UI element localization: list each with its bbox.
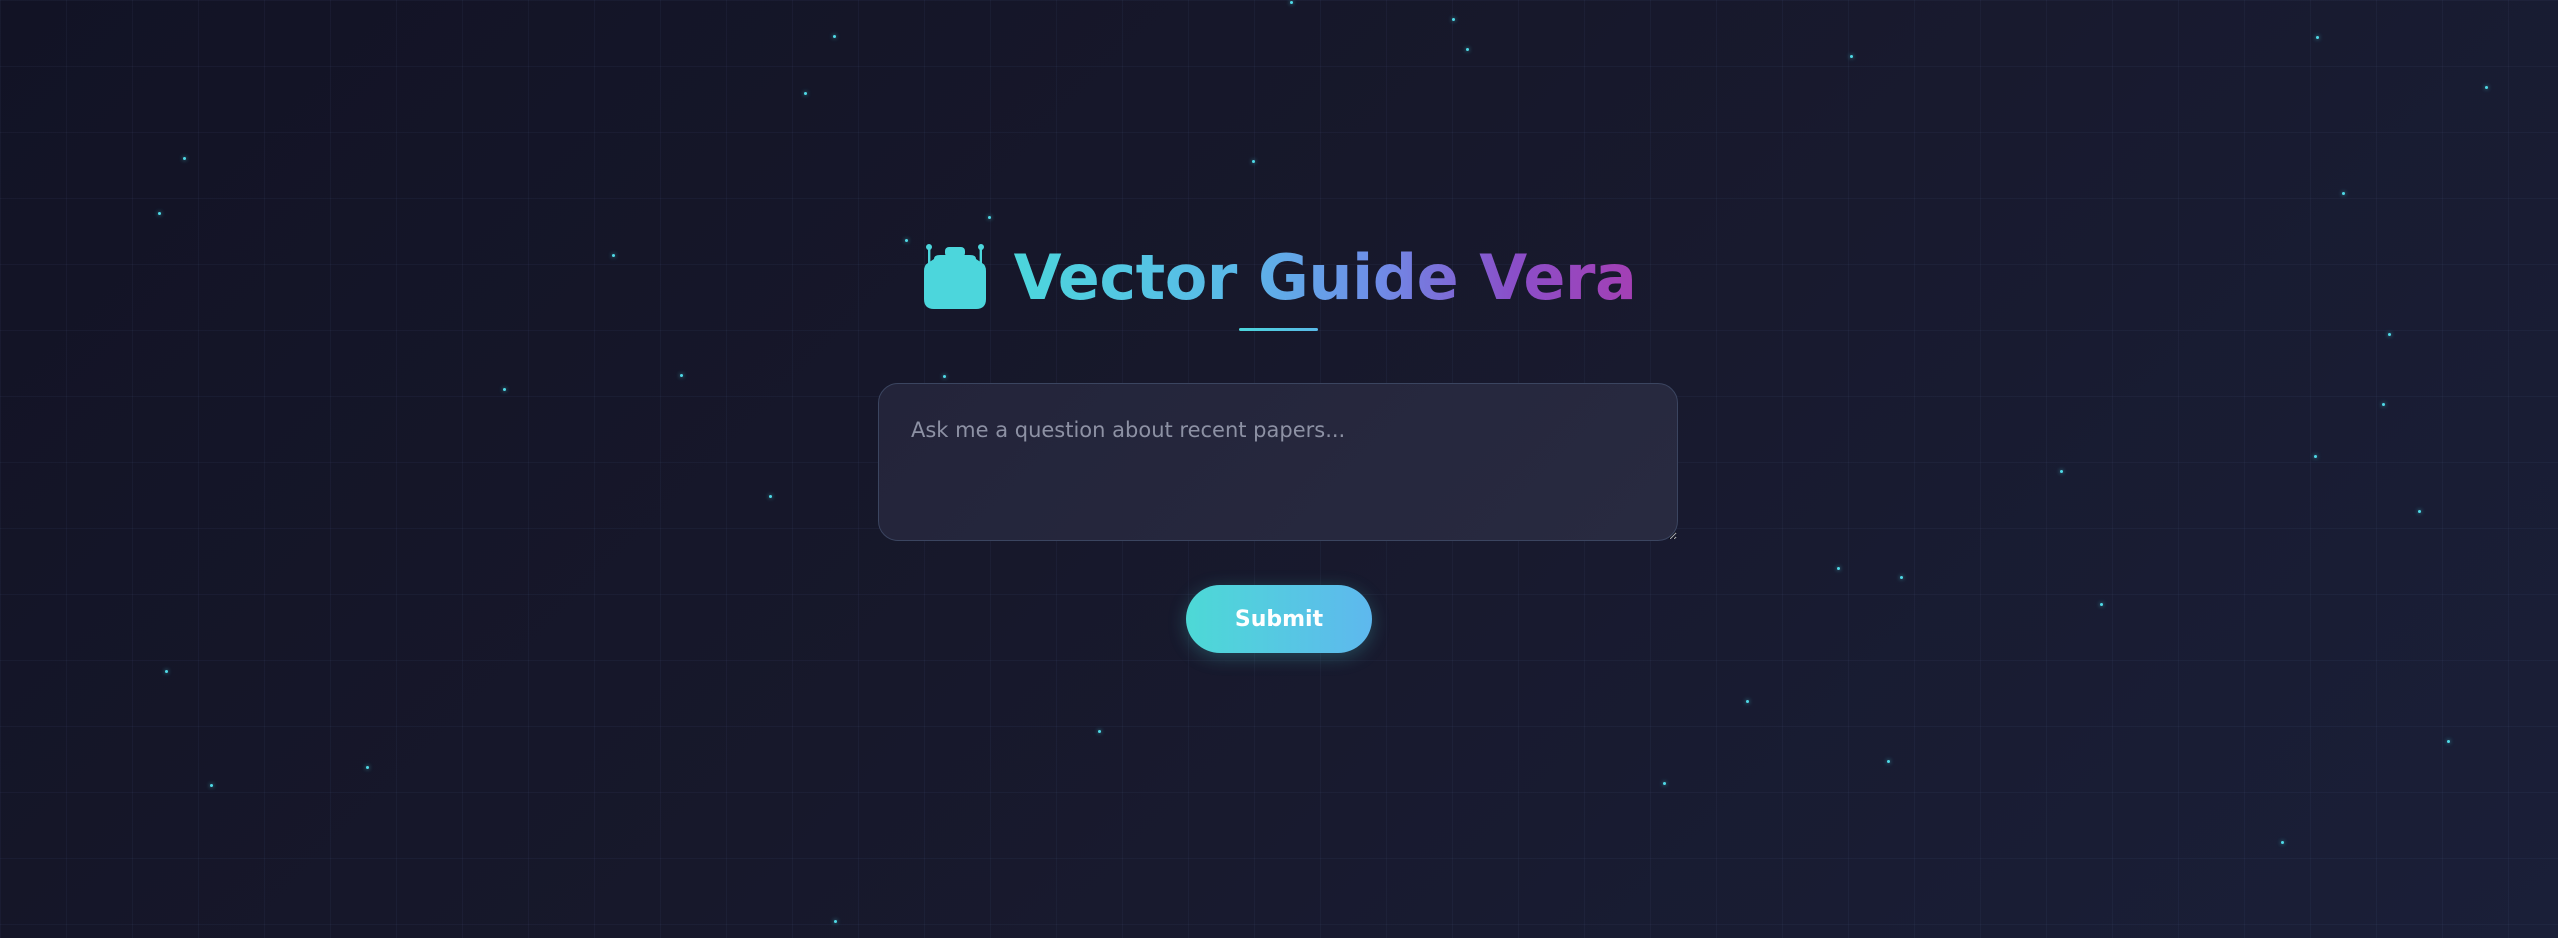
hero-section: Vector Guide Vera Submit	[0, 0, 2558, 938]
title-underline	[1239, 328, 1318, 331]
robot-icon	[922, 243, 988, 313]
title-row: Vector Guide Vera	[0, 238, 2558, 318]
question-input[interactable]	[878, 383, 1678, 541]
page-title: Vector Guide Vera	[1014, 238, 1637, 318]
submit-button[interactable]: Submit	[1186, 585, 1372, 653]
